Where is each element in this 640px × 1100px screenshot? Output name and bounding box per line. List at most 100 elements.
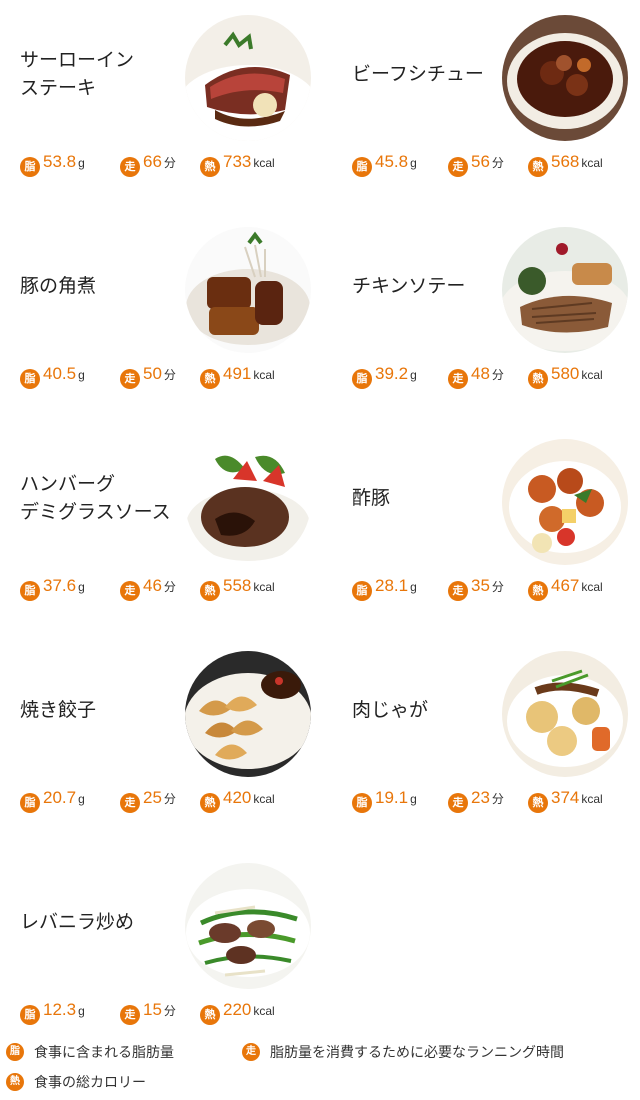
dish-stats: 脂 12.3 g 走 15 分 熱 220 kcal: [20, 1000, 320, 1026]
run-stat: 走 25 分: [120, 788, 176, 813]
fat-stat: 脂 53.8 g: [20, 152, 85, 177]
kcal-unit: kcal: [581, 156, 603, 170]
dish-name: レバニラ炒め: [20, 911, 135, 934]
kcal-stat: 熱 580 kcal: [528, 364, 603, 389]
fat-unit: g: [78, 792, 85, 806]
dish-name: 豚の角煮: [20, 275, 97, 298]
dish-stats: 脂 53.8 g 走 66 分 熱 733 kcal: [20, 152, 320, 178]
kcal-unit: kcal: [253, 156, 275, 170]
kcal-value: 220: [223, 1000, 252, 1019]
heat-badge: 熱: [200, 157, 220, 177]
kcal-stat: 熱 374 kcal: [528, 788, 603, 813]
fat-stat: 脂 45.8 g: [352, 152, 417, 177]
run-value: 50: [143, 364, 162, 383]
kcal-unit: kcal: [253, 1004, 275, 1018]
fat-stat: 脂 12.3 g: [20, 1000, 85, 1025]
heat-badge: 熱: [528, 581, 548, 601]
fat-unit: g: [78, 368, 85, 382]
heat-badge: 熱: [200, 1005, 220, 1025]
kcal-value: 568: [551, 152, 580, 171]
legend-run-text: 脂肪量を消費するために必要なランニング時間: [270, 1044, 564, 1060]
run-unit: 分: [163, 792, 176, 806]
fat-stat: 脂 37.6 g: [20, 576, 85, 601]
run-value: 56: [471, 152, 490, 171]
dish-name: ハンバーグ デミグラスソース: [20, 473, 171, 523]
legend-run: 走 脂肪量を消費するために必要なランニング時間: [242, 1042, 564, 1062]
run-value: 35: [471, 576, 490, 595]
kcal-stat: 熱 568 kcal: [528, 152, 603, 177]
legend-heat-text: 食事の総カロリー: [34, 1074, 146, 1090]
dish-photo-sirloin-steak: [185, 15, 311, 141]
run-value: 48: [471, 364, 490, 383]
dish-card-hamburg-steak: ハンバーグ デミグラスソース 脂 37.6 g 走 46 分 熱 558 kcal: [20, 424, 320, 624]
kcal-unit: kcal: [253, 792, 275, 806]
run-unit: 分: [491, 792, 504, 806]
dish-card-braised-pork: 豚の角煮 脂 40.5 g 走 50 分 熱 491 kcal: [20, 212, 320, 412]
dish-card-sirloin-steak: サーローイン ステーキ 脂 53.8 g 走 66 分 熱 733 kcal: [20, 0, 320, 200]
fat-value: 28.1: [375, 576, 409, 595]
run-unit: 分: [163, 368, 176, 382]
kcal-stat: 熱 420 kcal: [200, 788, 275, 813]
fat-unit: g: [410, 156, 417, 170]
kcal-unit: kcal: [581, 580, 603, 594]
run-badge: 走: [120, 157, 140, 177]
dish-name: 酢豚: [352, 487, 391, 510]
run-stat: 走 48 分: [448, 364, 504, 389]
fat-value: 19.1: [375, 788, 409, 807]
dish-photo-hamburg-steak: [185, 439, 311, 565]
heat-badge: 熱: [200, 793, 220, 813]
run-unit: 分: [163, 580, 176, 594]
fat-value: 45.8: [375, 152, 409, 171]
heat-badge: 熱: [528, 369, 548, 389]
run-stat: 走 23 分: [448, 788, 504, 813]
fat-badge: 脂: [352, 369, 372, 389]
dish-card-liver-chive-stirfry: レバニラ炒め 脂 12.3 g 走 15 分 熱 220 kcal: [20, 848, 320, 1048]
legend-fat-text: 食事に含まれる脂肪量: [34, 1044, 174, 1060]
fat-value: 20.7: [43, 788, 77, 807]
run-stat: 走 50 分: [120, 364, 176, 389]
fat-badge: 脂: [6, 1043, 24, 1061]
kcal-stat: 熱 467 kcal: [528, 576, 603, 601]
fat-stat: 脂 39.2 g: [352, 364, 417, 389]
fat-unit: g: [78, 580, 85, 594]
heat-badge: 熱: [528, 793, 548, 813]
run-stat: 走 35 分: [448, 576, 504, 601]
fat-badge: 脂: [20, 1005, 40, 1025]
fat-badge: 脂: [352, 157, 372, 177]
run-badge: 走: [448, 581, 468, 601]
fat-unit: g: [410, 368, 417, 382]
dish-photo-beef-stew: [502, 15, 628, 141]
run-unit: 分: [491, 580, 504, 594]
dish-stats: 脂 19.1 g 走 23 分 熱 374 kcal: [352, 788, 640, 814]
fat-value: 39.2: [375, 364, 409, 383]
dish-name: 肉じゃが: [352, 699, 429, 722]
legend-fat: 脂 食事に含まれる脂肪量: [6, 1042, 174, 1062]
run-badge: 走: [242, 1043, 260, 1061]
kcal-value: 491: [223, 364, 252, 383]
kcal-value: 467: [551, 576, 580, 595]
fat-value: 12.3: [43, 1000, 77, 1019]
run-unit: 分: [491, 368, 504, 382]
fat-badge: 脂: [20, 793, 40, 813]
run-badge: 走: [120, 369, 140, 389]
run-badge: 走: [120, 793, 140, 813]
dish-card-beef-stew: ビーフシチュー 脂 45.8 g 走 56 分 熱 568 kcal: [352, 0, 640, 200]
fat-unit: g: [78, 1004, 85, 1018]
dish-card-nikujaga: 肉じゃが 脂 19.1 g 走 23 分 熱 374 kcal: [352, 636, 640, 836]
fat-stat: 脂 19.1 g: [352, 788, 417, 813]
fat-badge: 脂: [20, 157, 40, 177]
kcal-value: 580: [551, 364, 580, 383]
kcal-value: 420: [223, 788, 252, 807]
run-stat: 走 66 分: [120, 152, 176, 177]
fat-stat: 脂 40.5 g: [20, 364, 85, 389]
fat-value: 37.6: [43, 576, 77, 595]
kcal-stat: 熱 491 kcal: [200, 364, 275, 389]
dish-name: ビーフシチュー: [352, 63, 484, 86]
run-unit: 分: [163, 1004, 176, 1018]
run-badge: 走: [120, 1005, 140, 1025]
run-badge: 走: [448, 369, 468, 389]
run-badge: 走: [448, 157, 468, 177]
dish-name: チキンソテー: [352, 275, 466, 298]
fat-badge: 脂: [20, 369, 40, 389]
heat-badge: 熱: [528, 157, 548, 177]
